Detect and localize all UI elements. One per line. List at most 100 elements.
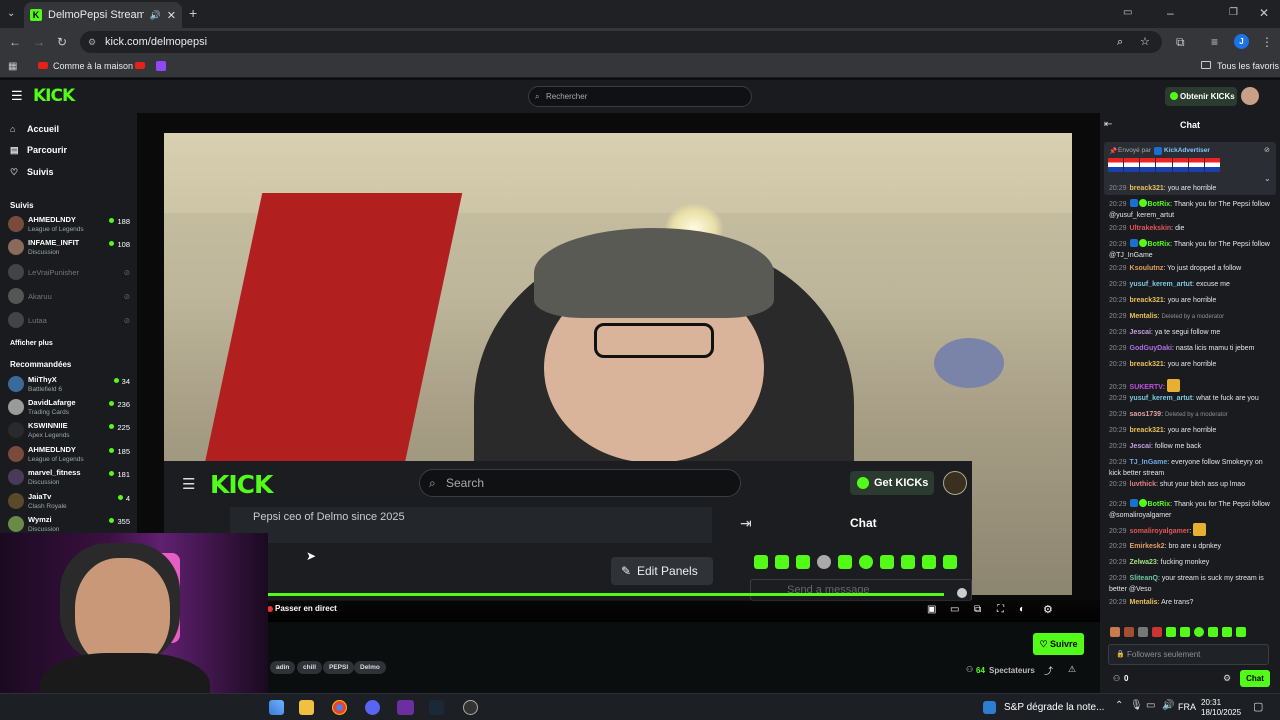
chat-send-button[interactable]: Chat [1240,670,1270,687]
chat-username[interactable]: Emirkesk2 [1130,543,1165,550]
cast-icon[interactable]: ▭ [1123,6,1132,20]
miniplayer-icon[interactable]: ▣ [927,604,936,615]
chat-username[interactable]: BotRix [1148,241,1171,248]
chat-username[interactable]: Jescai [1130,443,1151,450]
discord-icon[interactable] [365,700,380,715]
extensions-icon[interactable]: ⧉ [1176,35,1185,49]
recommended-channel[interactable]: KSWINNIIE Apex Legends 225 [8,420,130,442]
go-live-button[interactable]: Passer en direct [275,604,337,613]
chat-username[interactable]: Jescai [1130,329,1151,336]
tab-list-icon[interactable]: ⌄ [7,7,15,21]
twitch-bookmark-icon[interactable] [156,61,166,71]
apps-grid-icon[interactable]: ▦ [8,60,17,74]
chat-username[interactable]: saos1739 [1130,411,1162,418]
window-close-icon[interactable]: ✕ [1259,6,1269,20]
chat-username[interactable]: Ksoulutnz [1130,265,1164,272]
fullscreen-icon[interactable]: ⛶ [997,604,1004,615]
tray-overflow-icon[interactable]: ⌃ [1115,700,1123,711]
chat-username[interactable]: somaliroyalgamer [1130,528,1190,535]
speaker-icon[interactable]: 🔊 [150,10,161,21]
emote-icon[interactable] [1166,627,1176,637]
followed-channel-offline[interactable]: Akaruu ⊘ [8,286,130,308]
user-avatar[interactable] [1241,87,1259,105]
chat-username[interactable]: SUKERTV [1130,384,1163,391]
chat-username[interactable]: Zelwa23 [1130,559,1157,566]
kick-logo[interactable]: KICK [33,86,75,106]
menu-dots-icon[interactable]: ⋮ [1261,35,1273,49]
get-kicks-button[interactable]: Obtenir KICKs [1165,87,1237,106]
stream-tag[interactable]: chill [297,661,323,674]
emote-icon[interactable] [1194,627,1204,637]
nav-following[interactable]: ♡ Suivis [10,167,54,178]
recommended-channel[interactable]: MiiThyX Battlefield 6 34 [8,374,130,396]
bookmark-star-icon[interactable]: ☆ [1140,31,1150,53]
stream-tag[interactable]: PEPSI [323,661,355,674]
emote-icon[interactable] [1110,627,1120,637]
theater-icon[interactable]: ▭ [950,604,959,615]
app-icon[interactable] [463,700,478,715]
display-icon[interactable]: ▭ [1146,700,1155,711]
nav-browse[interactable]: ▤ Parcourir [10,145,67,156]
chat-username[interactable]: yusuf_kerem_artut [1130,281,1193,288]
followed-channel[interactable]: INFAME_INFIT Discussion 108 [8,237,130,259]
points-icon[interactable]: ⚇ [1113,674,1120,683]
pip-icon[interactable]: ⧉ [974,604,981,615]
search-input[interactable]: ⌕ Rechercher [528,86,752,107]
emote-icon[interactable] [1124,627,1134,637]
chat-username[interactable]: yusuf_kerem_artut [1130,395,1193,402]
emote-icon[interactable] [1222,627,1232,637]
chat-username[interactable]: Ultrakekskin [1130,225,1172,232]
clip-icon[interactable]: ◐ [1019,604,1025,615]
chrome-icon[interactable] [332,700,347,715]
followed-channel-offline[interactable]: Lutaa ⊘ [8,310,130,332]
volume-icon[interactable]: 🔊 [1162,700,1174,711]
chat-username[interactable]: breack321 [1130,361,1164,368]
unpin-icon[interactable]: ⊘ [1264,146,1270,154]
chat-username[interactable]: breack321 [1130,427,1164,434]
chat-input[interactable]: 🔒 Followers seulement [1108,644,1269,665]
chat-username[interactable]: breack321 [1130,297,1164,304]
forward-icon[interactable]: → [33,35,45,49]
emote-icon[interactable] [1138,627,1148,637]
bookmark-item[interactable]: Comme à la maison [53,61,133,71]
reading-list-icon[interactable]: ≡ [1211,35,1218,49]
back-icon[interactable]: ← [9,35,21,49]
expand-chevron-icon[interactable]: ⌄ [1264,174,1271,183]
news-widget[interactable]: S&P dégrade la note... [1004,702,1104,713]
clock-date[interactable]: 18/10/2025 [1201,708,1241,717]
language-indicator[interactable]: FRA [1178,702,1196,712]
recommended-channel[interactable]: marvel_fitness Discussion 181 [8,467,130,489]
site-info-icon[interactable]: ⚙ [88,31,96,53]
nav-home[interactable]: ⌂ Accueil [10,124,59,134]
stream-tag[interactable]: Delmo [354,661,386,674]
chat-username[interactable]: BotRix [1148,201,1171,208]
emote-icon[interactable] [1180,627,1190,637]
browser-tab-active[interactable]: K DelmoPepsi Stream - Watc 🔊 ✕ [24,2,182,28]
emote-icon[interactable] [1208,627,1218,637]
recommended-channel[interactable]: DavidLafarge Trading Cards 236 [8,397,130,419]
stream-tag[interactable]: adin [270,661,296,674]
progress-handle[interactable] [957,588,967,598]
start-icon[interactable] [269,700,284,715]
emote-icon[interactable] [1236,627,1246,637]
followed-channel[interactable]: AHMEDLNDY League of Legends 188 [8,214,130,236]
restore-icon[interactable]: ❐ [1229,6,1238,20]
notifications-icon[interactable]: ▢ [1253,700,1263,713]
reload-icon[interactable]: ↻ [57,35,67,49]
file-explorer-icon[interactable] [299,700,314,715]
nzxt-icon[interactable] [397,700,414,715]
all-bookmarks-link[interactable]: Tous les favoris [1217,61,1279,71]
follow-button[interactable]: ♡ Suivre [1033,633,1084,655]
recommended-channel[interactable]: JaiaTv Clash Royale 4 [8,491,130,513]
zoom-icon[interactable]: ⌕ [1117,31,1123,53]
chat-username[interactable]: TJ_InGame [1130,459,1168,466]
followed-channel-offline[interactable]: LeVraiPunisher ⊘ [8,262,130,284]
hamburger-menu-icon[interactable]: ☰ [11,89,23,103]
share-icon[interactable]: ⤴ [1044,664,1053,677]
url-field[interactable]: ⚙ kick.com/delmopepsi ⌕ ☆ [80,31,1162,53]
chat-username[interactable]: BotRix [1148,501,1171,508]
chat-username[interactable]: GodGuyDaki [1130,345,1172,352]
clock-time[interactable]: 20:31 [1201,698,1221,707]
chat-username[interactable]: SliteanQ [1130,575,1158,582]
chat-username[interactable]: Mentalis [1130,313,1158,320]
